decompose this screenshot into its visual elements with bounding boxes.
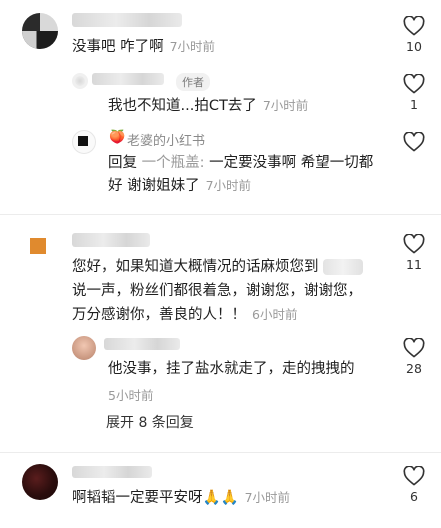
avatar[interactable] xyxy=(72,130,96,154)
comment-text: 您好，如果知道大概情况的话麻烦您到 说一声，粉丝们都很着急，谢谢您，谢谢您， 万… xyxy=(72,259,363,323)
like-count: 28 xyxy=(406,361,422,376)
avatar[interactable] xyxy=(72,73,88,89)
reply-username[interactable]: 老婆的小红书 xyxy=(127,130,205,149)
peach-emoji-icon: 🍑 xyxy=(109,130,126,145)
comment-text: 没事吧 咋了啊 7小时前 xyxy=(72,39,216,55)
like-button[interactable]: 10 xyxy=(399,16,429,54)
reply-text: 他没事，挂了盐水就走了，走的拽拽的 xyxy=(108,361,355,377)
like-count: 6 xyxy=(410,489,418,504)
like-count: 11 xyxy=(406,257,422,272)
comment-time: 7小时前 xyxy=(244,490,291,505)
like-button[interactable] xyxy=(399,132,429,152)
heart-icon xyxy=(403,466,425,486)
avatar[interactable] xyxy=(26,234,50,258)
reply-text-line2: 好 谢谢姐妹了 7小时前 xyxy=(108,178,252,194)
avatar[interactable] xyxy=(22,464,58,500)
like-button[interactable]: 28 xyxy=(399,338,429,376)
heart-icon xyxy=(403,338,425,358)
author-badge: 作者 xyxy=(176,73,210,91)
like-button[interactable]: 1 xyxy=(399,74,429,112)
username-redacted[interactable] xyxy=(72,466,152,478)
heart-icon xyxy=(403,234,425,254)
avatar[interactable] xyxy=(22,13,58,49)
comment-time: 6小时前 xyxy=(252,307,298,322)
heart-icon xyxy=(403,74,425,94)
reply-time: 7小时前 xyxy=(262,98,309,113)
avatar[interactable] xyxy=(72,336,96,360)
like-count: 1 xyxy=(410,97,418,112)
username-redacted[interactable] xyxy=(104,338,180,350)
like-button[interactable]: 11 xyxy=(399,234,429,272)
reply-text: 回复 一个瓶盖: 一定要没事啊 希望一切都 xyxy=(108,155,374,171)
redacted-mention xyxy=(322,259,363,275)
reply-text: 我也不知道...拍CT去了 7小时前 xyxy=(108,98,309,114)
username-redacted[interactable] xyxy=(72,233,150,247)
comment-text: 啊韬韬一定要平安呀🙏🙏 7小时前 xyxy=(72,490,291,506)
comment-time: 7小时前 xyxy=(169,39,216,54)
like-count: 10 xyxy=(406,39,422,54)
heart-icon xyxy=(403,132,425,152)
username-redacted[interactable] xyxy=(92,73,164,85)
divider xyxy=(0,214,441,215)
like-button[interactable]: 6 xyxy=(399,466,429,504)
heart-icon xyxy=(403,16,425,36)
username-redacted[interactable] xyxy=(72,13,182,27)
reply-target-user[interactable]: 一个瓶盖: xyxy=(142,155,205,171)
expand-replies-button[interactable]: 展开 8 条回复 xyxy=(106,412,194,432)
reply-time: 5小时前 xyxy=(108,388,154,403)
divider xyxy=(0,452,441,453)
reply-time: 7小时前 xyxy=(205,178,252,193)
